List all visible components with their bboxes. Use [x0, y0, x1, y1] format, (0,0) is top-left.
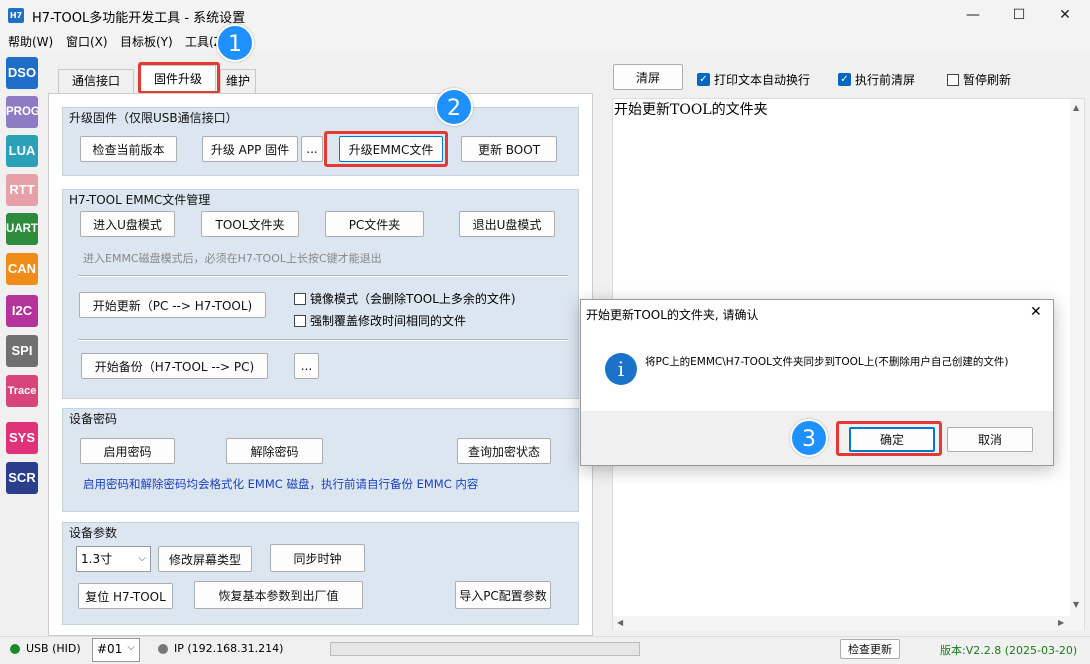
dialog-message: 将PC上的EMMC\H7-TOOL文件夹同步到TOOL上(不删除用户自己创建的文…	[645, 356, 1009, 368]
browse-backup-button[interactable]: ...	[294, 353, 319, 379]
sidebar-dso-button[interactable]: DSO	[6, 57, 38, 89]
force-overwrite-checkbox[interactable]: 强制覆盖修改时间相同的文件	[294, 312, 466, 329]
check-version-button[interactable]: 检查当前版本	[80, 136, 177, 162]
version-label: 版本:V2.2.8 (2025-03-20)	[940, 644, 1078, 657]
password-section-title: 设备密码	[69, 412, 118, 426]
start-update-button[interactable]: 开始更新（PC --> H7-TOOL)	[79, 292, 266, 318]
pc-folder-button[interactable]: PC文件夹	[325, 211, 424, 237]
divider	[78, 275, 568, 277]
chevron-down-icon: ⌵	[138, 553, 146, 564]
scroll-left-icon[interactable]: ◀	[617, 618, 623, 627]
device-select[interactable]: #01 ⌵	[92, 638, 140, 662]
query-encryption-button[interactable]: 查询加密状态	[457, 438, 551, 464]
ip-status-dot	[158, 644, 168, 654]
sidebar-lua-button[interactable]: LUA	[6, 135, 38, 167]
clear-before-label: 执行前清屏	[855, 73, 916, 87]
cancel-button[interactable]: 取消	[947, 427, 1033, 452]
disable-password-button[interactable]: 解除密码	[226, 438, 323, 464]
menu-target-board[interactable]: 目标板(Y)	[120, 33, 173, 50]
clear-before-checkbox[interactable]: ✓ 执行前清屏	[838, 71, 915, 88]
highlight-ok-button	[836, 421, 942, 456]
enter-udisk-button[interactable]: 进入U盘模式	[80, 211, 175, 237]
step-badge-2: 2	[435, 88, 473, 126]
checkmark-icon: ✓	[697, 73, 710, 86]
sync-clock-button[interactable]: 同步时钟	[270, 544, 365, 572]
checkbox-box	[294, 292, 306, 305]
auto-wrap-checkbox[interactable]: ✓ 打印文本自动换行	[697, 71, 810, 88]
sidebar-scr-button[interactable]: SCR	[6, 462, 38, 494]
checkbox-box	[294, 314, 306, 327]
highlight-upgrade-emmc	[324, 131, 448, 167]
log-text: 开始更新TOOL的文件夹	[614, 102, 768, 118]
import-config-button[interactable]: 导入PC配置参数	[455, 581, 551, 609]
log-vertical-scrollbar[interactable]	[1070, 99, 1084, 630]
browse-app-button[interactable]: ...	[301, 136, 323, 162]
menu-help[interactable]: 帮助(W)	[8, 33, 53, 50]
reset-tool-button[interactable]: 复位 H7-TOOL	[78, 583, 173, 609]
sidebar-prog-button[interactable]: PROG	[6, 96, 40, 128]
emmc-section-title: H7-TOOL EMMC文件管理	[69, 193, 211, 207]
checkbox-box	[947, 73, 959, 86]
pause-refresh-checkbox[interactable]: 暂停刷新	[947, 71, 1011, 88]
force-overwrite-label: 强制覆盖修改时间相同的文件	[310, 314, 467, 328]
device-value: #01	[97, 642, 123, 656]
step-badge-3: 3	[790, 419, 828, 457]
menu-window[interactable]: 窗口(X)	[66, 33, 108, 50]
upgrade-section-title: 升级固件（仅限USB通信接口）	[69, 111, 238, 125]
sidebar-trace-button[interactable]: Trace	[6, 375, 38, 407]
scroll-up-icon[interactable]: ▲	[1073, 103, 1079, 112]
log-horizontal-scrollbar[interactable]	[613, 616, 1070, 630]
sidebar-i2c-button[interactable]: I2C	[6, 295, 38, 327]
pause-refresh-label: 暂停刷新	[963, 73, 1012, 87]
password-warning: 启用密码和解除密码均会格式化 EMMC 磁盘，执行前请自行备份 EMMC 内容	[83, 477, 479, 491]
check-update-button[interactable]: 检查更新	[840, 639, 900, 659]
auto-wrap-label: 打印文本自动换行	[714, 73, 811, 87]
chevron-down-icon: ⌵	[127, 642, 135, 653]
tab-maintenance[interactable]: 维护	[220, 69, 256, 93]
scroll-right-icon[interactable]: ▶	[1058, 618, 1064, 627]
screen-size-value: 1.3寸	[81, 552, 113, 566]
ip-status-label: IP (192.168.31.214)	[174, 642, 284, 655]
dialog-title: 开始更新TOOL的文件夹, 请确认	[586, 308, 759, 322]
usb-status-label: USB (HID)	[26, 642, 81, 655]
upgrade-app-button[interactable]: 升级 APP 固件	[202, 136, 298, 162]
update-boot-button[interactable]: 更新 BOOT	[461, 136, 557, 162]
sidebar-sys-button[interactable]: SYS	[6, 422, 38, 454]
exit-udisk-button[interactable]: 退出U盘模式	[459, 211, 555, 237]
params-panel	[62, 522, 579, 625]
tool-folder-button[interactable]: TOOL文件夹	[201, 211, 299, 237]
scroll-down-icon[interactable]: ▼	[1073, 600, 1079, 609]
divider	[78, 339, 568, 341]
maximize-button[interactable]: ☐	[996, 0, 1042, 30]
highlight-tab-firmware	[138, 62, 220, 94]
window-title: H7-TOOL多功能开发工具 - 系统设置	[32, 11, 246, 26]
clear-screen-button[interactable]: 清屏	[613, 64, 683, 90]
checkmark-icon: ✓	[838, 73, 851, 86]
minimize-button[interactable]: —	[950, 0, 996, 30]
emmc-hint: 进入EMMC磁盘模式后，必须在H7-TOOL上长按C键才能退出	[83, 252, 382, 265]
change-screen-button[interactable]: 修改屏幕类型	[158, 546, 252, 572]
params-section-title: 设备参数	[69, 526, 118, 540]
progress-bar	[330, 642, 640, 656]
sidebar-spi-button[interactable]: SPI	[6, 335, 38, 367]
info-icon: i	[605, 353, 637, 385]
app-logo: H7	[8, 8, 24, 23]
sidebar-uart-button[interactable]: UART	[6, 213, 38, 245]
screen-size-select[interactable]: 1.3寸 ⌵	[76, 546, 151, 572]
restore-defaults-button[interactable]: 恢复基本参数到出厂值	[194, 581, 363, 609]
tab-comm-interface[interactable]: 通信接口	[58, 69, 134, 93]
start-backup-button[interactable]: 开始备份（H7-TOOL --> PC)	[81, 353, 268, 379]
close-window-button[interactable]: ✕	[1042, 0, 1088, 30]
mirror-mode-checkbox[interactable]: 镜像模式（会删除TOOL上多余的文件)	[294, 290, 516, 307]
step-badge-1: 1	[216, 24, 254, 62]
sidebar-can-button[interactable]: CAN	[6, 253, 38, 285]
enable-password-button[interactable]: 启用密码	[80, 438, 175, 464]
sidebar-rtt-button[interactable]: RTT	[6, 174, 38, 206]
usb-status-dot	[10, 644, 20, 654]
mirror-mode-label: 镜像模式（会删除TOOL上多余的文件)	[310, 292, 516, 306]
dialog-close-icon[interactable]: ✕	[1030, 304, 1042, 320]
